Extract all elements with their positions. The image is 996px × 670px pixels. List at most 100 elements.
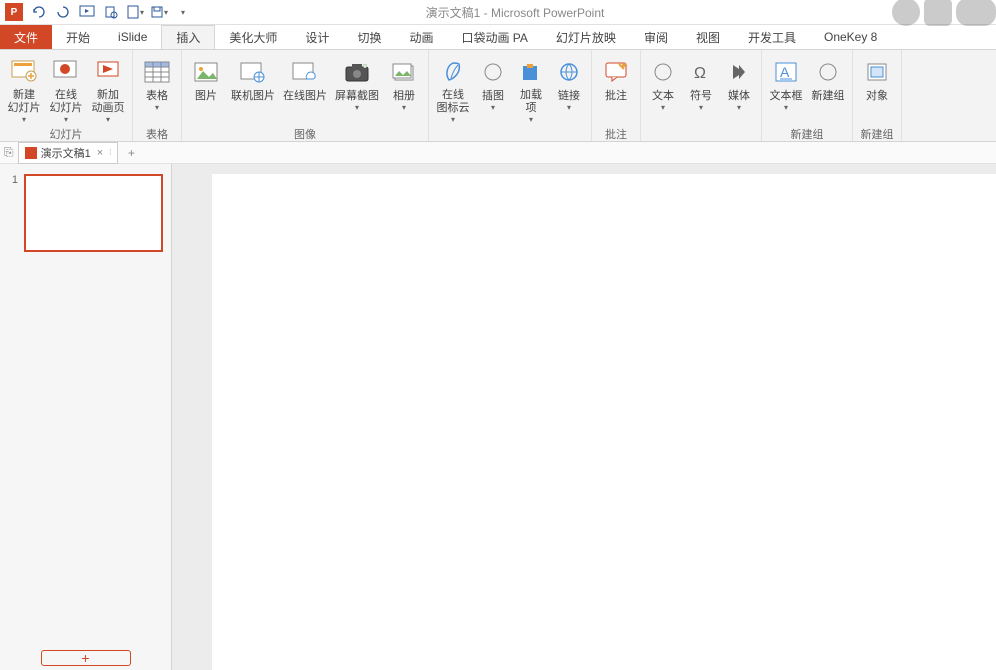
document-tabs: ⎘ 演示文稿1 × ⁞ + — [0, 142, 996, 164]
group-text-label — [641, 124, 761, 141]
add-document-tab-button[interactable]: + — [122, 144, 140, 162]
web-picture-icon — [289, 56, 321, 88]
leaf-icon — [437, 56, 469, 87]
addon-page-icon — [92, 56, 124, 87]
newgroup-button[interactable]: 新建组 — [808, 54, 848, 124]
illustration-button[interactable]: 插图 ▾ — [475, 54, 511, 124]
slide-thumbnail[interactable] — [24, 174, 163, 252]
window-title: 演示文稿1 - Microsoft PowerPoint — [194, 4, 836, 21]
screenshot-icon — [341, 56, 373, 88]
quick-access-toolbar: ▾ ▾ ▾ — [28, 1, 194, 23]
group-tables-label: 表格 — [133, 124, 181, 145]
online-picture-button[interactable]: 联机图片 — [228, 54, 278, 124]
textbox-label: 文本框 — [770, 90, 803, 103]
addin-label: 加载项 — [520, 89, 542, 115]
slide-canvas[interactable] — [212, 174, 996, 670]
group-comments: 批注 批注 — [592, 50, 641, 141]
text-icon — [647, 56, 679, 88]
ribbon-tabs: 文件 开始 iSlide 插入 美化大师 设计 切换 动画 口袋动画 PA 幻灯… — [0, 25, 996, 50]
album-icon — [388, 56, 420, 88]
screenshot-label: 屏幕截图 — [335, 90, 379, 103]
tab-pocket-anim[interactable]: 口袋动画 PA — [447, 25, 541, 49]
tab-animations[interactable]: 动画 — [395, 25, 447, 49]
new-slide-button[interactable]: 新建幻灯片 ▾ — [4, 54, 44, 124]
text-button[interactable]: 文本 ▾ — [645, 54, 681, 124]
link-button[interactable]: 链接 ▾ — [551, 54, 587, 124]
group-illus-label — [429, 124, 591, 141]
media-icon — [723, 56, 755, 88]
textbox-button[interactable]: A 文本框 ▾ — [766, 54, 806, 124]
online-slide-label: 在线幻灯片 — [50, 89, 83, 115]
tab-review[interactable]: 审阅 — [630, 25, 682, 49]
comment-button[interactable]: 批注 — [596, 54, 636, 124]
table-label: 表格 — [146, 90, 168, 103]
slide-number: 1 — [8, 174, 18, 252]
tab-home[interactable]: 开始 — [52, 25, 104, 49]
tab-onekey[interactable]: OneKey 8 — [810, 25, 891, 49]
save-button[interactable]: ▾ — [148, 1, 170, 23]
text-label: 文本 — [652, 90, 674, 103]
icon-cloud-label: 在线图标云 — [437, 89, 470, 115]
tab-developer[interactable]: 开发工具 — [734, 25, 810, 49]
doc-tab-title: 演示文稿1 — [41, 145, 91, 161]
addin-icon — [515, 56, 547, 87]
group-images: 图片 联机图片 在线图片 屏幕截图 ▾ 相册 ▾ 图像 — [182, 50, 429, 141]
newgroup-icon — [812, 56, 844, 88]
link-label: 链接 — [558, 90, 580, 103]
close-tab-button[interactable]: × — [95, 147, 105, 159]
doc-ppt-icon — [25, 147, 37, 159]
group-newgroup: A 文本框 ▾ 新建组 新建组 — [762, 50, 853, 141]
tab-menu-icon[interactable]: ⁞ — [109, 148, 111, 157]
tab-view[interactable]: 视图 — [682, 25, 734, 49]
new-file-button[interactable]: ▾ — [124, 1, 146, 23]
symbol-button[interactable]: Ω 符号 ▾ — [683, 54, 719, 124]
media-button[interactable]: 媒体 ▾ — [721, 54, 757, 124]
tab-transitions[interactable]: 切换 — [343, 25, 395, 49]
undo-button[interactable] — [28, 1, 50, 23]
comment-icon — [600, 56, 632, 88]
start-from-beginning-button[interactable] — [76, 1, 98, 23]
title-bar: P ▾ ▾ ▾ 演示文稿1 - Microsoft PowerPoint — [0, 0, 996, 25]
new-slide-label: 新建幻灯片 — [8, 89, 41, 115]
add-slide-button[interactable]: + — [41, 650, 131, 666]
illustration-label: 插图 — [482, 90, 504, 103]
picture-label: 图片 — [195, 90, 217, 103]
group-newgroup-label: 新建组 — [762, 124, 852, 145]
tab-file[interactable]: 文件 — [0, 25, 52, 49]
tab-insert[interactable]: 插入 — [161, 25, 215, 49]
svg-text:Ω: Ω — [694, 65, 706, 82]
title-decoration — [836, 0, 996, 26]
object-button[interactable]: 对象 — [857, 54, 897, 124]
online-picture-icon — [237, 56, 269, 88]
addon-page-button[interactable]: 新加动画页 ▾ — [88, 54, 128, 124]
pin-icon[interactable]: ⎘ — [4, 145, 14, 160]
textbox-icon: A — [770, 56, 802, 88]
album-button[interactable]: 相册 ▾ — [384, 54, 424, 124]
online-slide-button[interactable]: 在线幻灯片 ▾ — [46, 54, 86, 124]
link-icon — [553, 56, 585, 88]
qat-customize-button[interactable]: ▾ — [172, 1, 194, 23]
icon-cloud-button[interactable]: 在线图标云 ▾ — [433, 54, 473, 124]
document-tab[interactable]: 演示文稿1 × ⁞ — [18, 142, 119, 164]
slide-editor — [172, 164, 996, 670]
group-illustrations: 在线图标云 ▾ 插图 ▾ 加载项 ▾ 链接 ▾ — [429, 50, 592, 141]
tab-islide[interactable]: iSlide — [104, 25, 161, 49]
symbol-label: 符号 — [690, 90, 712, 103]
symbol-icon: Ω — [685, 56, 717, 88]
screenshot-button[interactable]: 屏幕截图 ▾ — [332, 54, 382, 124]
thumbnail-row[interactable]: 1 — [8, 174, 163, 252]
redo-button[interactable] — [52, 1, 74, 23]
tab-design[interactable]: 设计 — [291, 25, 343, 49]
addin-button[interactable]: 加载项 ▾ — [513, 54, 549, 124]
tab-slideshow[interactable]: 幻灯片放映 — [542, 25, 630, 49]
group-newgroup2-label: 新建组 — [853, 124, 901, 145]
tab-beautify[interactable]: 美化大师 — [215, 25, 291, 49]
web-picture-button[interactable]: 在线图片 — [280, 54, 330, 124]
print-preview-button[interactable] — [100, 1, 122, 23]
picture-button[interactable]: 图片 — [186, 54, 226, 124]
svg-text:A: A — [780, 64, 790, 80]
media-label: 媒体 — [728, 90, 750, 103]
table-button[interactable]: 表格 ▾ — [137, 54, 177, 124]
group-comments-label: 批注 — [592, 124, 640, 145]
web-picture-label: 在线图片 — [283, 90, 327, 103]
